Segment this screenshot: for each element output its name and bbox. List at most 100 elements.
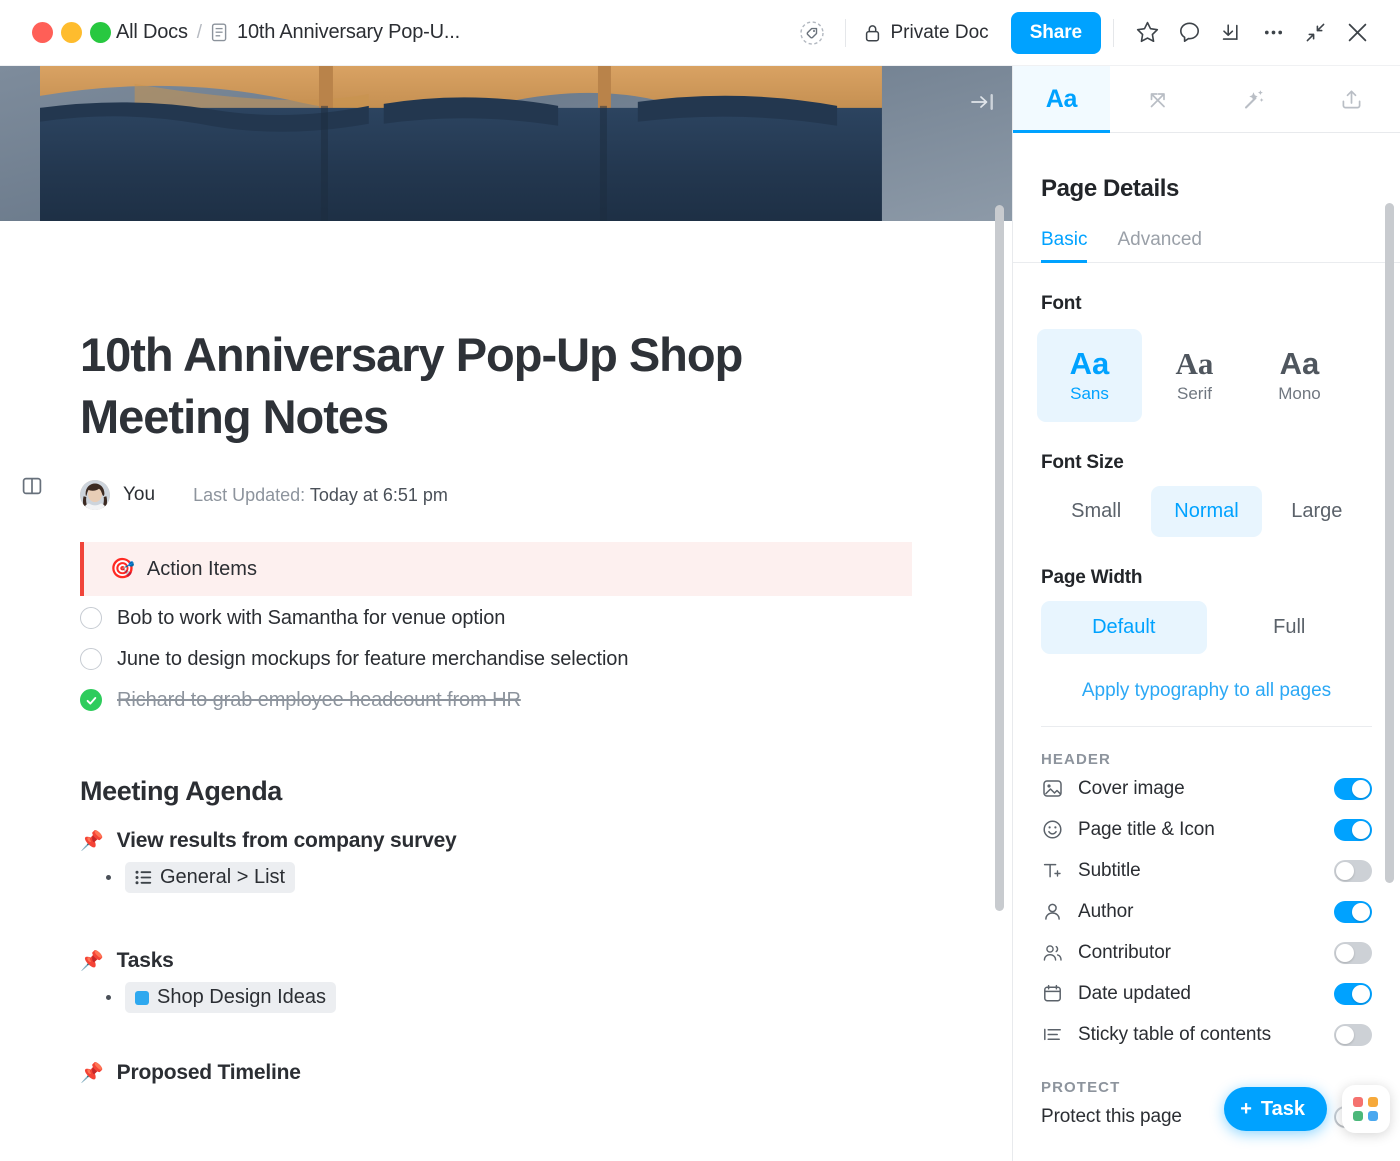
list-item: General > List — [80, 862, 1012, 893]
share-button[interactable]: Share — [1011, 12, 1101, 54]
target-icon: 🎯 — [110, 559, 135, 579]
person-icon — [1041, 901, 1063, 922]
document-area: 10th Anniversary Pop-Up Shop Meeting Not… — [0, 66, 1012, 1161]
toggle-switch[interactable] — [1334, 901, 1372, 923]
apply-typography-link[interactable]: Apply typography to all pages — [1013, 654, 1400, 702]
font-size-small[interactable]: Small — [1041, 486, 1151, 537]
toolbar-divider-1 — [845, 19, 846, 47]
last-updated-prefix: Last Updated: — [193, 485, 305, 505]
plus-icon: + — [1240, 1098, 1252, 1121]
toggle-label: Subtitle — [1078, 860, 1141, 882]
add-task-button[interactable]: + Task — [1224, 1087, 1327, 1131]
comment-icon[interactable] — [1168, 12, 1210, 54]
font-label-serif: Serif — [1177, 384, 1212, 404]
document-meta: You Last Updated: Today at 6:51 pm — [80, 480, 1012, 510]
star-icon[interactable] — [1126, 12, 1168, 54]
cover-bag-illustration — [40, 66, 882, 221]
font-label-sans: Sans — [1070, 384, 1109, 404]
font-size-options: Small Normal Large — [1013, 474, 1400, 537]
collapse-panel-icon[interactable] — [970, 92, 996, 112]
agenda-section-label: Tasks — [117, 949, 174, 973]
tag-icon[interactable] — [791, 12, 833, 54]
export-icon — [1338, 86, 1365, 113]
toggle-row-cover-image[interactable]: Cover image — [1013, 768, 1400, 809]
mention-chip-label: Shop Design Ideas — [157, 986, 326, 1009]
toggle-switch[interactable] — [1334, 819, 1372, 841]
privacy-status[interactable]: Private Doc — [858, 22, 994, 44]
panel-content: Page Details Basic Advanced Font Aa Sans… — [1013, 133, 1400, 1161]
bullet-icon — [106, 995, 111, 1000]
avatar[interactable] — [80, 480, 110, 510]
close-icon[interactable] — [1336, 12, 1378, 54]
toggle-switch[interactable] — [1334, 778, 1372, 800]
sidebar-toggle-icon[interactable] — [22, 476, 42, 501]
more-options-icon[interactable] — [1252, 12, 1294, 54]
tab-typography[interactable]: Aa — [1013, 66, 1110, 132]
toggle-switch[interactable] — [1334, 1024, 1372, 1046]
todo-item[interactable]: Bob to work with Samantha for venue opti… — [80, 599, 1012, 637]
agenda-section-heading: 📌 View results from company survey — [80, 829, 1012, 853]
pushpin-icon: 📌 — [80, 832, 104, 851]
todo-label: Richard to grab employee headcount from … — [117, 689, 521, 712]
minimize-window-button[interactable] — [61, 22, 82, 43]
breadcrumb-current-doc[interactable]: 10th Anniversary Pop-U... — [211, 21, 460, 44]
maximize-window-button[interactable] — [90, 22, 111, 43]
font-size-large[interactable]: Large — [1262, 486, 1372, 537]
page-width-full[interactable]: Full — [1207, 601, 1373, 654]
toggle-label: Author — [1078, 901, 1133, 923]
todo-label: June to design mockups for feature merch… — [117, 648, 628, 671]
document-icon — [211, 23, 228, 42]
cover-image[interactable] — [0, 66, 1012, 221]
page-title[interactable]: 10th Anniversary Pop-Up Shop Meeting Not… — [80, 221, 880, 447]
toggle-switch[interactable] — [1334, 983, 1372, 1005]
todo-label: Bob to work with Samantha for venue opti… — [117, 607, 505, 630]
panel-subtabs: Basic Advanced — [1013, 203, 1400, 263]
font-option-sans[interactable]: Aa Sans — [1037, 329, 1142, 422]
mention-chip-general-list[interactable]: General > List — [125, 862, 295, 893]
mention-chip-shop-design-ideas[interactable]: Shop Design Ideas — [125, 982, 336, 1013]
toggle-row-sticky-toc[interactable]: Sticky table of contents — [1013, 1014, 1400, 1055]
toggle-switch[interactable] — [1334, 942, 1372, 964]
collapse-icon[interactable] — [1294, 12, 1336, 54]
font-size-section-label: Font Size — [1013, 422, 1400, 474]
tab-ai-tools[interactable] — [1207, 66, 1304, 132]
toggle-row-contributor[interactable]: Contributor — [1013, 932, 1400, 973]
subtab-basic[interactable]: Basic — [1041, 229, 1087, 262]
toggle-row-date-updated[interactable]: Date updated — [1013, 973, 1400, 1014]
font-option-mono[interactable]: Aa Mono — [1247, 329, 1352, 422]
subtab-advanced[interactable]: Advanced — [1117, 229, 1202, 262]
tab-export[interactable] — [1303, 66, 1400, 132]
toggle-switch[interactable] — [1334, 860, 1372, 882]
toggle-row-author[interactable]: Author — [1013, 891, 1400, 932]
todo-item[interactable]: June to design mockups for feature merch… — [80, 640, 1012, 678]
action-items-callout[interactable]: 🎯 Action Items — [80, 542, 912, 596]
header-group-label: HEADER — [1013, 727, 1400, 768]
bullet-icon — [106, 875, 111, 880]
toggle-row-subtitle[interactable]: Subtitle — [1013, 850, 1400, 891]
todo-item[interactable]: Richard to grab employee headcount from … — [80, 681, 1012, 719]
tab-relationships[interactable] — [1110, 66, 1207, 132]
font-size-normal[interactable]: Normal — [1151, 486, 1261, 537]
apps-grid-icon[interactable] — [1342, 1085, 1390, 1133]
doc-square-icon — [135, 991, 149, 1005]
agenda-section-heading: 📌 Proposed Timeline — [80, 1061, 1012, 1085]
panel-tab-bar: Aa — [1013, 66, 1400, 133]
checkbox-checked-icon[interactable] — [80, 689, 102, 711]
checkbox-unchecked-icon[interactable] — [80, 607, 102, 629]
checkbox-unchecked-icon[interactable] — [80, 648, 102, 670]
tab-typography-label: Aa — [1046, 85, 1077, 114]
panel-scrollbar[interactable] — [1385, 203, 1394, 883]
font-sample-mono: Aa — [1280, 347, 1320, 381]
toggle-row-page-title-icon[interactable]: Page title & Icon — [1013, 809, 1400, 850]
page-width-default[interactable]: Default — [1041, 601, 1207, 654]
lock-icon — [864, 23, 881, 43]
smiley-icon — [1041, 819, 1063, 840]
download-icon[interactable] — [1210, 12, 1252, 54]
pushpin-icon: 📌 — [80, 1064, 104, 1083]
breadcrumb-all-docs[interactable]: All Docs — [116, 21, 188, 44]
magic-wand-icon — [1241, 86, 1268, 113]
toggle-label: Date updated — [1078, 983, 1191, 1005]
document-scrollbar[interactable] — [995, 205, 1004, 911]
close-window-button[interactable] — [32, 22, 53, 43]
font-option-serif[interactable]: Aa Serif — [1142, 329, 1247, 422]
